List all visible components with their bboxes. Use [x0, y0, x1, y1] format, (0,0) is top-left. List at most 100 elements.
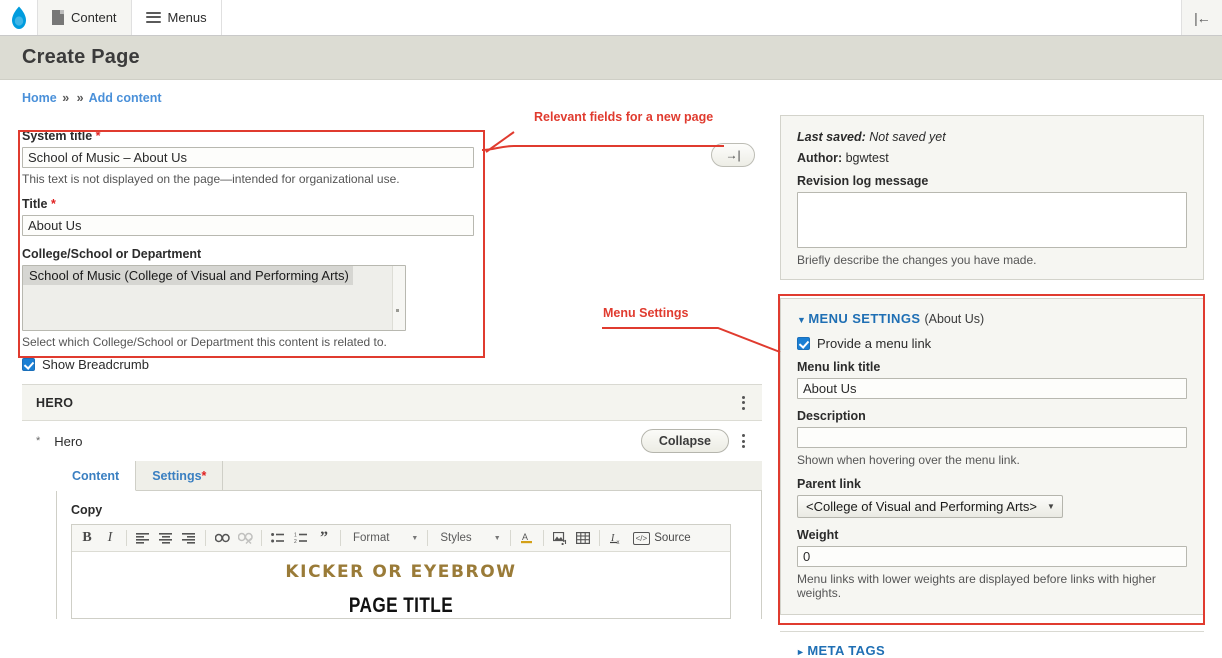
- system-title-input[interactable]: [22, 147, 474, 168]
- align-right-icon[interactable]: [178, 527, 200, 549]
- document-icon: [52, 10, 64, 25]
- toolbar-separator-5: [427, 530, 429, 546]
- breadcrumb-item-add-content[interactable]: Add content: [89, 91, 162, 105]
- media-icon[interactable]: [549, 527, 571, 549]
- hero-tabs: Content Settings*: [56, 461, 762, 491]
- hero-paragraph-marker: *: [36, 435, 41, 447]
- breadcrumb-item-home[interactable]: Home: [22, 91, 57, 105]
- parent-link-value: <College of Visual and Performing Arts>: [806, 499, 1038, 514]
- toolbar-item-content[interactable]: Content: [38, 0, 132, 35]
- provide-menu-link-checkbox[interactable]: [797, 337, 810, 350]
- unlink-icon[interactable]: [234, 527, 256, 549]
- chevron-down-icon-parent: ▼: [1047, 502, 1055, 511]
- chevron-down-icon-2: ▼: [493, 534, 501, 542]
- hero-paragraph-label: Hero: [54, 433, 83, 449]
- numbered-list-icon[interactable]: 12: [290, 527, 312, 549]
- chevron-down-icon: ▼: [411, 534, 419, 542]
- hero-section-kebab-menu-icon[interactable]: [737, 394, 750, 412]
- weight-input[interactable]: [797, 546, 1187, 567]
- college-description: Select which College/School or Departmen…: [22, 335, 387, 349]
- tab-settings-label: Settings: [152, 469, 202, 483]
- drupal-logo[interactable]: [0, 0, 38, 35]
- weight-label: Weight: [797, 528, 839, 542]
- hamburger-icon: [145, 11, 161, 24]
- svg-text:x: x: [616, 540, 619, 545]
- styles-dropdown[interactable]: Styles ▼: [433, 528, 504, 549]
- styles-dropdown-label: Styles: [440, 532, 472, 544]
- toolbar-collapse-button[interactable]: |←: [1182, 0, 1222, 35]
- remove-format-icon[interactable]: Ix: [605, 527, 627, 549]
- toolbar-separator: [126, 530, 127, 546]
- format-dropdown-label: Format: [353, 532, 390, 544]
- parent-link-select[interactable]: <College of Visual and Performing Arts> …: [797, 495, 1063, 518]
- sidebar-column: Last saved: Not saved yet Author: bgwtes…: [762, 115, 1204, 658]
- college-label: College/School or Department: [22, 247, 202, 261]
- menu-settings-subtitle: (About Us): [924, 312, 985, 326]
- toolbar-separator-8: [598, 530, 600, 546]
- menu-settings-title: MENU SETTINGS: [808, 311, 921, 326]
- text-color-icon[interactable]: A: [516, 527, 538, 549]
- tabs-filler: [223, 461, 762, 490]
- revision-log-description: Briefly describe the changes you have ma…: [797, 253, 1037, 267]
- college-option-selected[interactable]: School of Music (College of Visual and P…: [23, 266, 353, 285]
- weight-description: Menu links with lower weights are displa…: [797, 572, 1156, 600]
- college-listbox-scrollbar[interactable]: [392, 266, 405, 330]
- collapse-toolbar-icon: |←: [1194, 9, 1211, 26]
- hero-content-panel: Copy B I 1 2 ” Format ▼ Styles ▼ A I x <…: [56, 491, 762, 619]
- main-column: System title * This text is not displaye…: [0, 115, 762, 658]
- ckeditor-content-area[interactable]: KICKER OR EYEBROW PAGE TITLE: [72, 552, 730, 618]
- college-listbox[interactable]: School of Music (College of Visual and P…: [22, 265, 406, 331]
- triangle-right-icon: ►: [796, 647, 806, 657]
- triangle-down-icon: ▼: [797, 315, 807, 325]
- editor-kicker-text: KICKER OR EYEBROW: [285, 562, 517, 582]
- menu-link-title-label: Menu link title: [797, 360, 881, 374]
- provide-menu-link-row[interactable]: Provide a menu link: [797, 336, 1187, 351]
- italic-icon[interactable]: I: [99, 527, 121, 549]
- system-title-required-marker: *: [95, 129, 101, 143]
- tab-content[interactable]: Content: [56, 461, 137, 491]
- format-dropdown[interactable]: Format ▼: [346, 528, 422, 549]
- show-breadcrumb-checkbox[interactable]: [22, 358, 35, 371]
- title-input[interactable]: [22, 215, 474, 236]
- bulleted-list-icon[interactable]: [267, 527, 289, 549]
- align-center-icon[interactable]: [155, 527, 177, 549]
- show-breadcrumb-row[interactable]: Show Breadcrumb: [22, 357, 762, 372]
- meta-tags-title: META TAGS: [807, 643, 886, 658]
- revision-log-label: Revision log message: [797, 174, 929, 188]
- toolbar-separator-3: [261, 530, 262, 546]
- revision-log-textarea[interactable]: [797, 192, 1187, 248]
- last-saved-value: Not saved yet: [869, 130, 946, 144]
- drupal-logo-icon: [11, 6, 26, 29]
- title-label: Title *: [22, 197, 762, 211]
- toolbar-separator-4: [340, 530, 341, 546]
- show-breadcrumb-label: Show Breadcrumb: [42, 357, 149, 372]
- collapse-sidebar-button[interactable]: →|: [711, 143, 755, 167]
- table-icon[interactable]: [572, 527, 594, 549]
- title-label-text: Title: [22, 197, 48, 211]
- blockquote-icon[interactable]: ”: [313, 527, 335, 549]
- page-title: Create Page: [22, 46, 140, 68]
- menu-description-help: Shown when hovering over the menu link.: [797, 453, 1020, 467]
- tab-settings-required-marker: *: [201, 469, 207, 483]
- menu-settings-toggle[interactable]: ▼ MENU SETTINGS (About Us): [797, 311, 1187, 326]
- menu-description-input[interactable]: [797, 427, 1187, 448]
- menu-link-title-input[interactable]: [797, 378, 1187, 399]
- meta-tags-toggle[interactable]: ► META TAGS: [796, 643, 1204, 658]
- breadcrumb-separator-2: »: [76, 91, 84, 105]
- copy-field-label: Copy: [71, 503, 103, 517]
- toolbar-item-menus[interactable]: Menus: [131, 0, 222, 35]
- tab-settings[interactable]: Settings*: [136, 461, 224, 490]
- hero-section-header: HERO: [22, 385, 762, 421]
- source-icon: </>: [632, 531, 651, 545]
- source-button[interactable]: </> Source: [628, 531, 696, 545]
- toolbar-spacer: [221, 0, 1182, 35]
- hero-collapse-button[interactable]: Collapse: [640, 429, 729, 453]
- link-icon[interactable]: [211, 527, 233, 549]
- tab-content-label: Content: [72, 469, 120, 483]
- admin-toolbar: Content Menus |←: [0, 0, 1222, 36]
- bold-icon[interactable]: B: [76, 527, 98, 549]
- svg-text:2: 2: [294, 539, 297, 544]
- hero-paragraph-kebab-menu-icon[interactable]: [737, 432, 750, 450]
- align-left-icon[interactable]: [132, 527, 154, 549]
- hero-paragraph-row: * Hero Collapse: [22, 421, 762, 461]
